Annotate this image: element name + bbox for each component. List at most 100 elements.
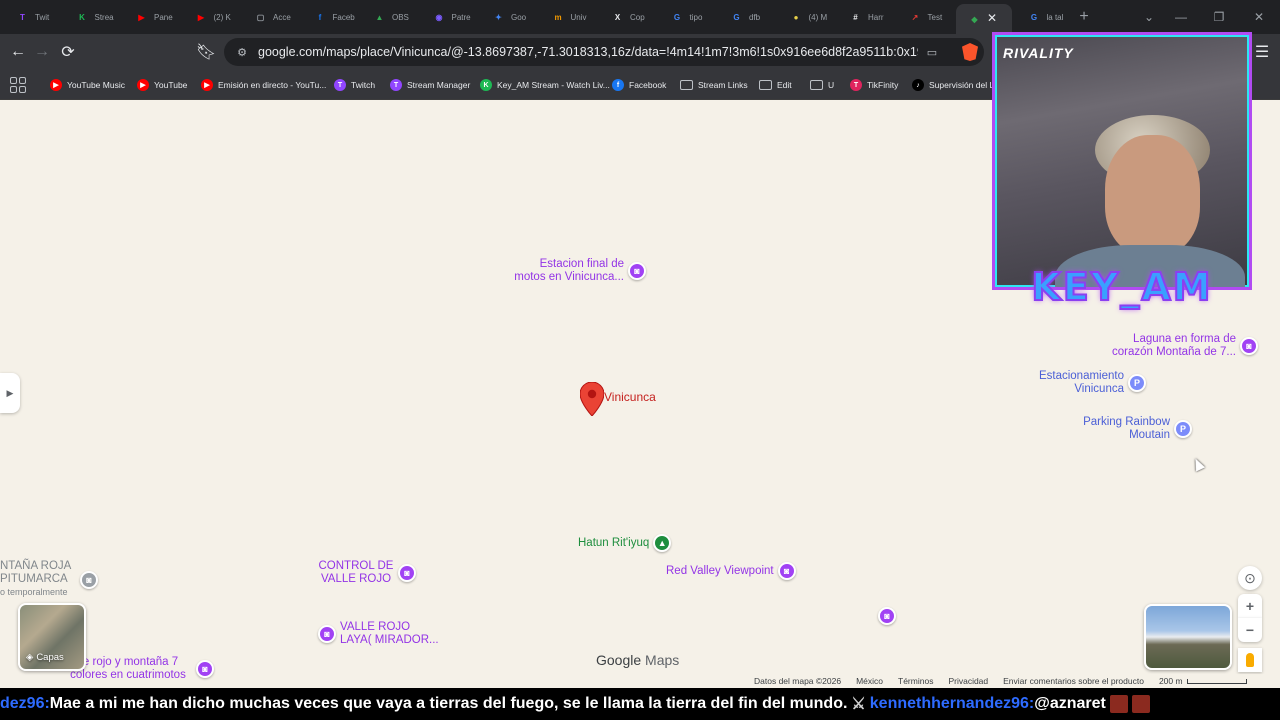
tab-3[interactable]: ▶ (2) K bbox=[183, 4, 239, 30]
apps-grid-icon[interactable] bbox=[10, 77, 26, 93]
terms-link[interactable]: Términos bbox=[898, 676, 933, 686]
tab-2[interactable]: ▶ Pane bbox=[123, 4, 179, 30]
tab-13[interactable]: ● (4) M bbox=[778, 4, 834, 30]
folder-icon bbox=[680, 80, 693, 90]
bookmark-label: Emisión en directo - YouTu... bbox=[218, 80, 327, 90]
poi-valle-7-colores[interactable]: lle rojo y montaña 7 colores en cuatrimo… bbox=[64, 656, 214, 682]
address-bar[interactable]: ⚙ google.com/maps/place/Vinicunca/@-13.8… bbox=[224, 38, 984, 66]
bookmark-item-1[interactable]: ▶ YouTube bbox=[137, 76, 187, 94]
bookmark-item-7[interactable]: Stream Links bbox=[680, 76, 748, 94]
chat-ticker: dez96: Mae a mi me han dicho muchas vece… bbox=[0, 688, 1280, 720]
minimize-icon[interactable]: — bbox=[1172, 8, 1190, 26]
tab-17[interactable]: Gla tal bbox=[1016, 4, 1072, 30]
my-location-button[interactable]: ⊙ bbox=[1238, 566, 1262, 590]
bookmark-item-5[interactable]: K Key_AM Stream - Watch Liv... bbox=[480, 76, 610, 94]
bookmark-label: Stream Manager bbox=[407, 80, 471, 90]
tab-0[interactable]: T Twit bbox=[4, 4, 60, 30]
bookmark-item-11[interactable]: ♪ Supervisión del LI bbox=[912, 76, 997, 94]
bookmark-icon[interactable]: 🔖︎ bbox=[196, 42, 216, 62]
forward-icon[interactable]: → bbox=[32, 42, 52, 62]
scale-bar[interactable]: 200 m bbox=[1159, 676, 1247, 686]
poi-laguna-corazon[interactable]: Laguna en forma de corazón Montaña de 7.… bbox=[1104, 333, 1258, 359]
poi-estacionamiento-vinicunca[interactable]: Estacionamiento Vinicunca P bbox=[1030, 370, 1146, 396]
bookmark-favicon-icon: T bbox=[850, 79, 862, 91]
feedback-link[interactable]: Enviar comentarios sobre el producto bbox=[1003, 676, 1144, 686]
expand-side-panel-button[interactable]: ▶ bbox=[0, 373, 20, 413]
tab-12[interactable]: Gdfb bbox=[718, 4, 774, 30]
poi-hatun-ritiyuq[interactable]: Hatun Rit'iyuq ▲ bbox=[578, 534, 672, 552]
poi-estacion-final-motos[interactable]: Estacion final de motos en Vinicunca... … bbox=[508, 258, 646, 284]
tab-favicon-icon: G bbox=[733, 12, 740, 22]
tab-label: la tal bbox=[1046, 12, 1064, 22]
bookmark-item-2[interactable]: ▶ Emisión en directo - YouTu... bbox=[201, 76, 326, 94]
zoom-in-button[interactable]: + bbox=[1238, 594, 1262, 618]
location-pin-icon[interactable] bbox=[580, 382, 604, 416]
tab-10[interactable]: X Cop bbox=[599, 4, 655, 30]
tab-favicon-icon: ↗ bbox=[911, 12, 919, 22]
tab-1[interactable]: K Strea bbox=[64, 4, 120, 30]
bookmark-item-4[interactable]: T Stream Manager bbox=[390, 76, 470, 94]
tab-favicon-icon: m bbox=[554, 12, 562, 22]
country-link[interactable]: México bbox=[856, 676, 883, 686]
street-view-thumbnail[interactable] bbox=[1144, 604, 1232, 670]
pegman-icon[interactable] bbox=[1238, 648, 1262, 672]
close-tab-icon[interactable]: ✕ bbox=[984, 10, 1000, 26]
tab-favicon-icon: ◆ bbox=[971, 14, 978, 24]
zoom-out-button[interactable]: − bbox=[1238, 618, 1262, 642]
scale-line bbox=[1186, 678, 1247, 684]
site-info-icon[interactable]: ⚙ bbox=[234, 44, 250, 60]
emote-icon bbox=[1109, 695, 1128, 713]
layers-label: Capas bbox=[36, 652, 64, 663]
bookmark-item-10[interactable]: T TikFinity bbox=[850, 76, 898, 94]
poi-parking-rainbow[interactable]: Parking Rainbow Moutain P bbox=[1076, 416, 1192, 442]
tab-9[interactable]: m Univ bbox=[540, 4, 596, 30]
tab-6[interactable]: ▲ OBS bbox=[361, 4, 417, 30]
reload-icon[interactable]: ⟳ bbox=[58, 42, 78, 62]
menu-icon[interactable]: ☰ bbox=[1252, 42, 1272, 62]
layers-button[interactable]: ◈ Capas bbox=[18, 603, 86, 671]
tab-14[interactable]: # Harr bbox=[837, 4, 893, 30]
bookmark-item-9[interactable]: U bbox=[810, 76, 834, 94]
bookmark-label: YouTube bbox=[154, 80, 188, 90]
logo-google-text: Google bbox=[596, 652, 642, 668]
tab-8[interactable]: ✦ Goo bbox=[480, 4, 536, 30]
bookmark-item-0[interactable]: ▶ YouTube Music bbox=[50, 76, 125, 94]
bookmark-label: Key_AM Stream - Watch Liv... bbox=[497, 80, 610, 90]
brave-shield-icon[interactable] bbox=[962, 43, 978, 61]
tab-5[interactable]: f Faceb bbox=[302, 4, 358, 30]
tab-15[interactable]: ↗ Test bbox=[897, 4, 953, 30]
emote-icon bbox=[1131, 695, 1150, 713]
back-icon[interactable]: ← bbox=[8, 42, 28, 62]
folder-icon bbox=[810, 80, 823, 90]
bookmark-item-6[interactable]: f Facebook bbox=[612, 76, 666, 94]
tab-4[interactable]: ▢ Acce bbox=[242, 4, 298, 30]
bookmark-item-3[interactable]: T Twitch bbox=[334, 76, 375, 94]
bookmark-item-8[interactable]: Edit bbox=[759, 76, 792, 94]
overlay-streamer-name: KEY_AM bbox=[1030, 264, 1213, 310]
poi-red-valley-viewpoint[interactable]: Red Valley Viewpoint ◙ bbox=[666, 562, 796, 580]
tab-7[interactable]: ◉ Patre bbox=[421, 4, 477, 30]
poi-unlabeled[interactable]: ◙ bbox=[878, 607, 896, 625]
install-app-icon[interactable]: ▭ bbox=[924, 44, 940, 60]
close-window-icon[interactable]: ✕ bbox=[1250, 8, 1268, 26]
poi-sublabel: o temporalmente bbox=[0, 587, 68, 597]
tab-favicon-icon: K bbox=[79, 12, 85, 22]
privacy-link[interactable]: Privacidad bbox=[948, 676, 988, 686]
new-tab-button[interactable]: + bbox=[1075, 8, 1093, 26]
tab-favicon-icon: ▲ bbox=[375, 12, 384, 22]
pin-label[interactable]: Vinicunca bbox=[604, 390, 656, 404]
bookmark-favicon-icon: ♪ bbox=[912, 79, 924, 91]
tab-label: (4) M bbox=[808, 12, 828, 22]
tab-label: Cop bbox=[630, 12, 645, 22]
camera-icon: ◙ bbox=[1240, 337, 1258, 355]
tab-search-icon[interactable]: ⌄ bbox=[1140, 8, 1158, 26]
maximize-icon[interactable]: ❐ bbox=[1210, 8, 1228, 26]
tab-label: Univ bbox=[570, 12, 587, 22]
tab-11[interactable]: Gtipo bbox=[659, 4, 715, 30]
poi-montana-roja-pitumarca[interactable]: NTAÑA ROJA PITUMARCA o temporalmente ◙ bbox=[0, 560, 98, 599]
tab-favicon-icon: G bbox=[1030, 12, 1038, 22]
poi-valle-rojo-laya[interactable]: ◙ VALLE ROJO LAYA( MIRADOR... bbox=[318, 621, 444, 647]
folder-icon bbox=[759, 80, 772, 90]
poi-control-valle-rojo[interactable]: CONTROL DE VALLE ROJO ◙ bbox=[318, 560, 416, 586]
url-text[interactable]: google.com/maps/place/Vinicunca/@-13.869… bbox=[258, 45, 918, 59]
